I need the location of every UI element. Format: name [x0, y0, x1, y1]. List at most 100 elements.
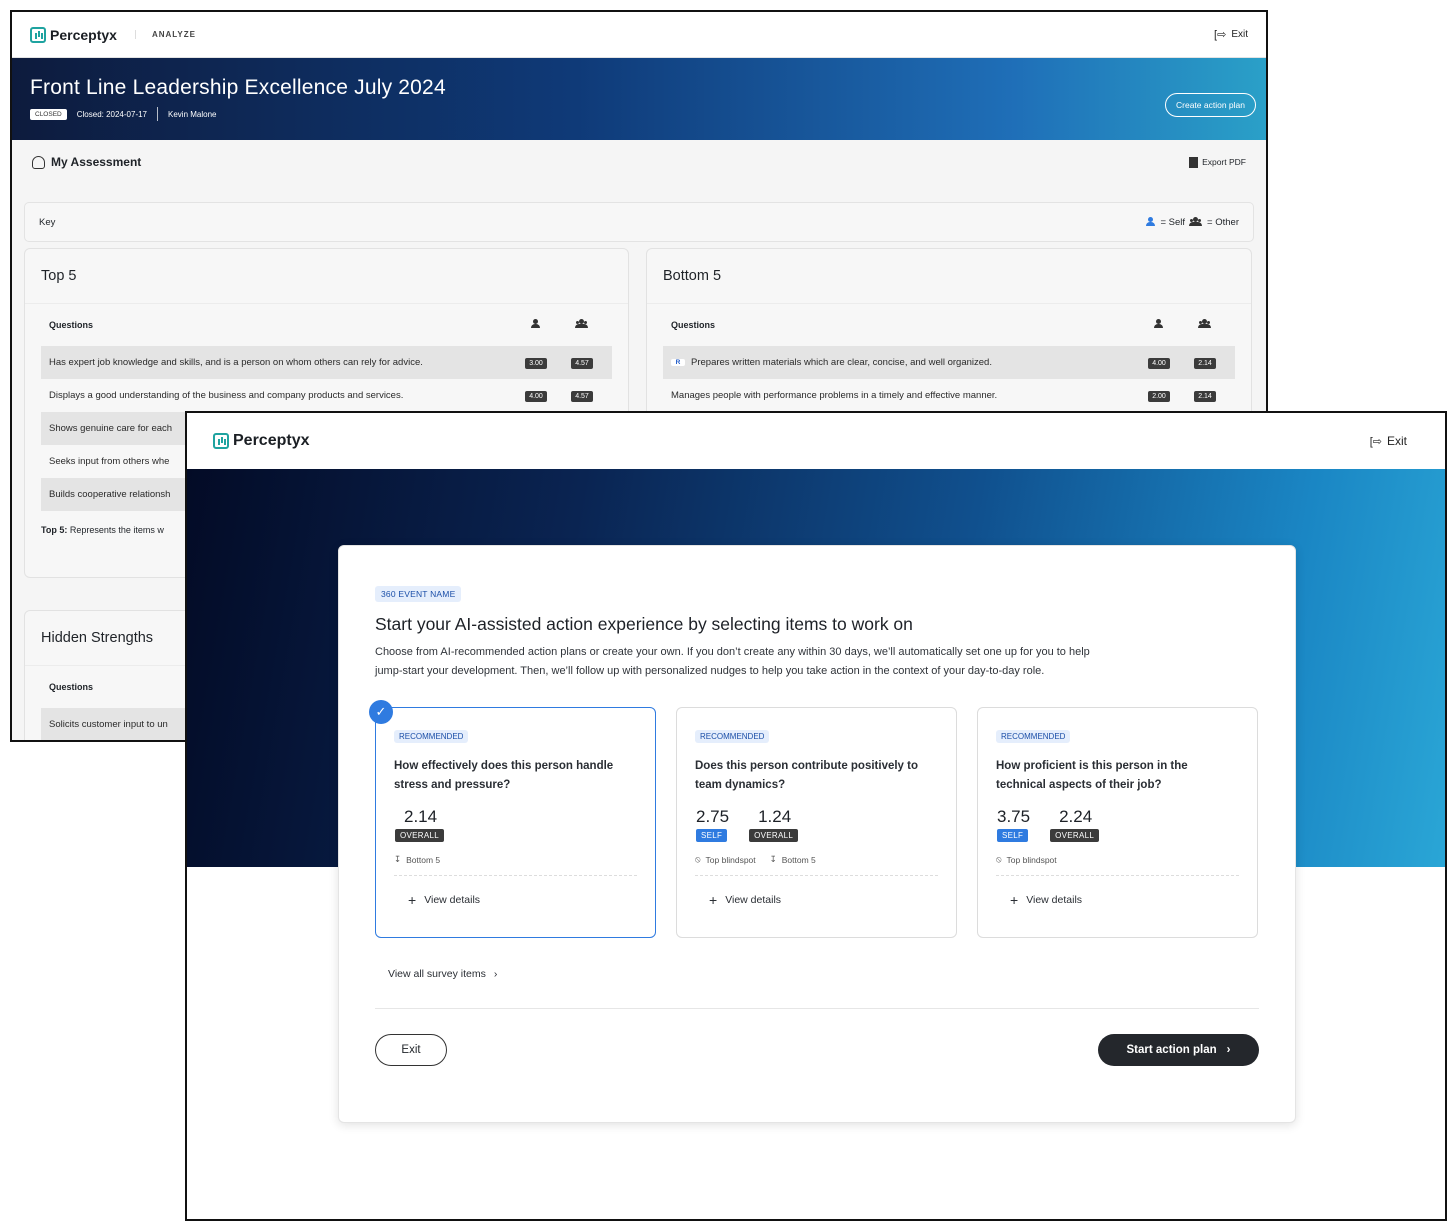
overall-label: OVERALL	[1050, 829, 1100, 842]
key-label: Key	[39, 216, 56, 228]
flag-label: Top blindspot	[705, 854, 756, 865]
exit-icon: [⇨	[1214, 29, 1227, 41]
divider	[375, 1008, 1259, 1009]
exit-link[interactable]: [⇨ Exit	[1214, 28, 1248, 41]
other-score: 2.14	[1194, 391, 1216, 402]
view-all-survey-items-link[interactable]: View all survey items ›	[375, 968, 1259, 980]
self-score-cell: 2.00	[1139, 390, 1179, 402]
other-score-cell: 2.14	[1179, 357, 1231, 369]
other-col-icon	[556, 319, 608, 331]
export-label: Export PDF	[1202, 157, 1246, 167]
assessment-title: My Assessment	[51, 155, 142, 169]
view-details-button[interactable]: + View details	[996, 892, 1239, 908]
card-question: How proficient is this person in the tec…	[996, 760, 1188, 791]
start-action-plan-button[interactable]: Start action plan ›	[1098, 1034, 1259, 1066]
eye-slash-icon: ⦸	[996, 854, 1002, 864]
exit-button[interactable]: Exit	[375, 1034, 447, 1066]
recommendation-card[interactable]: RECOMMENDED How proficient is this perso…	[977, 707, 1258, 938]
overall-value: 1.24	[758, 807, 792, 826]
view-details-button[interactable]: + View details	[394, 892, 637, 908]
other-score-cell: 4.57	[556, 357, 608, 369]
view-details-button[interactable]: + View details	[695, 892, 938, 908]
other-score: 4.57	[571, 391, 593, 402]
recommended-badge: RECOMMENDED	[996, 730, 1071, 743]
create-action-plan-button[interactable]: Create action plan	[1165, 93, 1256, 117]
overall-score: 2.14 OVERALL	[395, 807, 445, 842]
brand-name: Perceptyx	[50, 26, 117, 43]
self-score-cell: 4.00	[516, 390, 556, 402]
perceptyx-logo[interactable]: Perceptyx	[30, 26, 117, 43]
view-details-label: View details	[1026, 894, 1083, 906]
card-question: Does this person contribute positively t…	[695, 760, 919, 791]
table-row[interactable]: R Prepares written materials which are c…	[663, 346, 1235, 379]
key-bar: Key = Self = Other	[24, 202, 1254, 242]
card-flags: ⦸ Top blindspot ↧ Bottom 5	[695, 854, 938, 876]
overall-label: OVERALL	[395, 829, 445, 842]
exit-link[interactable]: [⇨ Exit	[1370, 434, 1407, 448]
score-group: 2.75 SELF 1.24 OVERALL	[695, 807, 938, 842]
flag-label: Bottom 5	[781, 854, 816, 865]
exit-label: Exit	[1386, 434, 1407, 448]
footnote-bold: Top 5:	[41, 525, 68, 535]
recommendation-card[interactable]: RECOMMENDED Does this person contribute …	[676, 707, 957, 938]
self-score: 3.75 SELF	[997, 807, 1030, 842]
assessment-bar: My Assessment Export PDF	[12, 140, 1266, 184]
plus-icon: +	[408, 892, 417, 908]
event-name-badge: 360 EVENT NAME	[375, 586, 462, 602]
check-icon: ✓	[369, 700, 393, 724]
key-other: = Other	[1207, 216, 1239, 228]
exit-icon: [⇨	[1369, 435, 1382, 448]
questions-header: Questions	[49, 682, 94, 692]
closed-date: Closed: 2024-07-17	[76, 109, 148, 119]
exit-label: Exit	[1231, 29, 1248, 40]
page-title: Start your AI-assisted action experience…	[375, 614, 913, 634]
status-badge: CLOSED	[30, 108, 67, 120]
other-score: 2.14	[1194, 358, 1216, 369]
recommended-badge: RECOMMENDED	[695, 730, 770, 743]
self-score: 4.00	[1148, 358, 1170, 369]
logo-icon	[30, 26, 46, 43]
page-description: Choose from AI-recommended action plans …	[375, 646, 1090, 677]
self-label: SELF	[997, 829, 1029, 842]
foreground-window: Perceptyx [⇨ Exit 360 EVENT NAME Start y…	[185, 411, 1447, 1221]
top5-title: Top 5	[25, 249, 628, 304]
flag-label: Bottom 5	[406, 854, 441, 865]
question-text: Seeks input from others whe	[49, 456, 170, 467]
action-selection-card: 360 EVENT NAME Start your AI-assisted ac…	[338, 545, 1296, 1123]
eye-slash-icon: ⦸	[695, 854, 701, 864]
plus-icon: +	[709, 892, 718, 908]
perceptyx-logo[interactable]: Perceptyx	[213, 432, 310, 450]
survey-title: Front Line Leadership Excellence July 20…	[30, 76, 446, 99]
bottom5-title: Bottom 5	[647, 249, 1251, 304]
question-text: Has expert job knowledge and skills, and…	[49, 357, 423, 368]
question-text: Manages people with performance problems…	[671, 390, 998, 401]
self-score: 2.75 SELF	[696, 807, 729, 842]
table-row[interactable]: Displays a good understanding of the bus…	[41, 379, 612, 412]
chevron-right-icon: ›	[1226, 1044, 1231, 1056]
self-score: 4.00	[525, 391, 547, 402]
questions-header: Questions	[49, 320, 94, 330]
other-icon	[1189, 217, 1203, 227]
self-value: 2.75	[696, 807, 730, 826]
flag-bottom5: ↧ Bottom 5	[394, 854, 440, 865]
flag-blindspot: ⦸ Top blindspot	[996, 854, 1057, 865]
recommendation-list: ✓ RECOMMENDED How effectively does this …	[369, 700, 1259, 938]
footer-actions: Exit Start action plan ›	[375, 1034, 1259, 1066]
question-text: Prepares written materials which are cle…	[691, 357, 992, 368]
table-row[interactable]: Has expert job knowledge and skills, and…	[41, 346, 612, 379]
overall-value: 2.14	[404, 807, 438, 826]
table-row[interactable]: Manages people with performance problems…	[663, 379, 1235, 412]
question-text: Builds cooperative relationsh	[49, 489, 171, 500]
question-text: Solicits customer input to un	[49, 719, 168, 730]
top5-header: Questions	[25, 304, 628, 346]
other-score-cell: 4.57	[556, 390, 608, 402]
divider	[157, 107, 159, 121]
recommendation-card[interactable]: ✓ RECOMMENDED How effectively does this …	[369, 700, 656, 938]
view-details-label: View details	[424, 894, 481, 906]
export-pdf-button[interactable]: Export PDF	[1189, 156, 1246, 168]
survey-meta: CLOSED Closed: 2024-07-17 Kevin Malone	[30, 107, 1248, 121]
self-col-icon	[516, 319, 556, 331]
pdf-icon	[1189, 156, 1199, 168]
owner-name: Kevin Malone	[168, 109, 217, 119]
chevron-right-icon: ›	[493, 968, 498, 980]
